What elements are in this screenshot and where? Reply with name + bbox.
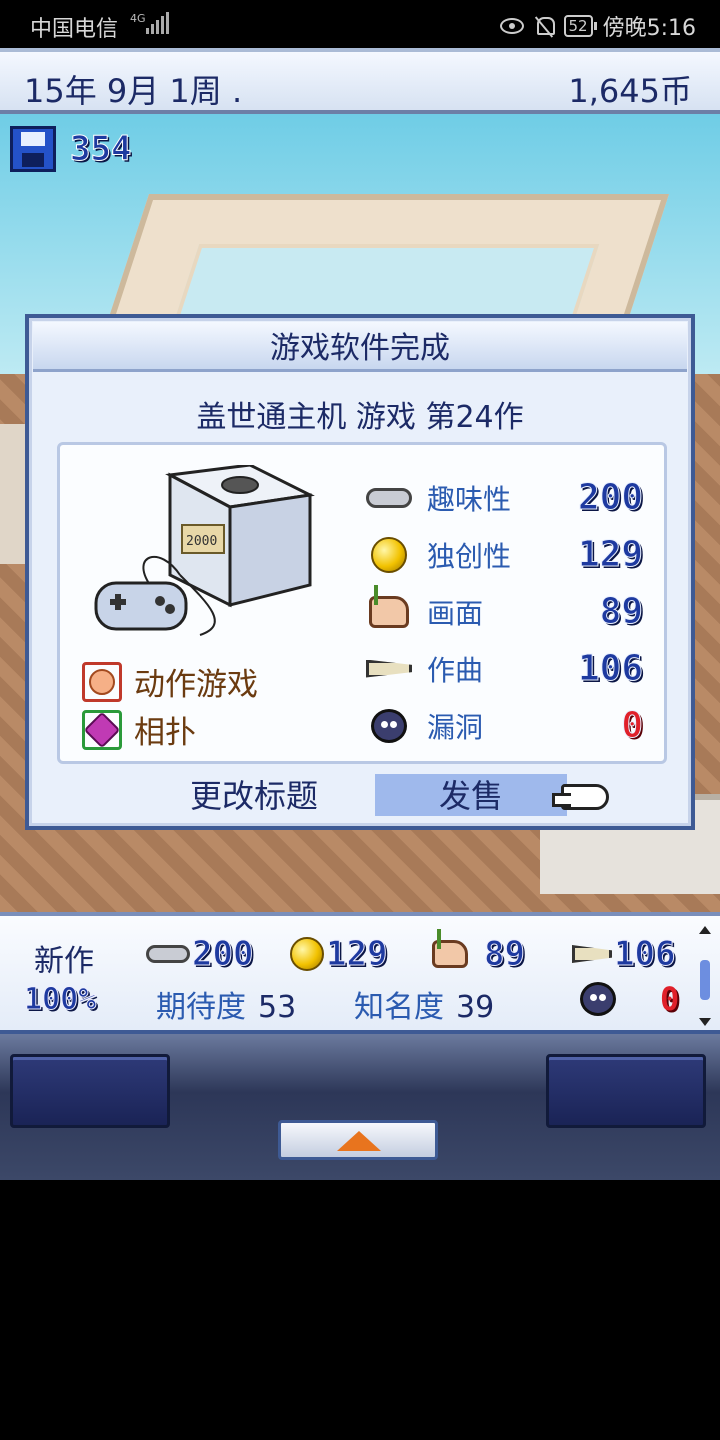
- stat-value: 106: [577, 648, 643, 690]
- bell-off-icon: [534, 15, 555, 37]
- control-panel: [0, 1034, 720, 1180]
- face-icon: [89, 668, 115, 695]
- stat-label: 作曲: [427, 653, 484, 687]
- stat-list: 趣味性 200 独创性 129 画面 89 作曲 106 漏洞 0: [365, 469, 655, 754]
- right-soft-button[interactable]: [546, 1054, 706, 1128]
- dialog-title: 游戏软件完成: [33, 322, 687, 372]
- stat-label: 漏洞: [427, 710, 484, 744]
- save-indicator[interactable]: 354: [10, 126, 132, 172]
- genre-action: 动作游戏: [82, 659, 258, 704]
- stat-label: 画面: [427, 596, 484, 630]
- fame: 知名度 39: [354, 982, 494, 1026]
- network-type: 4G: [130, 12, 146, 25]
- new-game-label: 新作: [34, 944, 94, 979]
- expectation-value: 53: [258, 990, 297, 1025]
- menu-toggle-button[interactable]: [278, 1120, 438, 1160]
- game-title: 盖世通主机 游戏 第24作: [196, 400, 524, 435]
- palette-icon: [432, 929, 468, 968]
- game-complete-dialog: 游戏软件完成 盖世通主机 游戏 第24作 2000 动作游戏 相扑 趣味性 20…: [25, 314, 695, 830]
- research-points: 354: [69, 129, 132, 170]
- scroll-up-arrow[interactable]: [699, 926, 711, 934]
- mini-bug-value: 0: [660, 980, 680, 1018]
- expectation: 期待度 53: [156, 982, 296, 1026]
- mini-stat-value: 129: [325, 934, 388, 975]
- stat-graphics: 画面 89: [365, 583, 655, 640]
- coin-icon: [290, 937, 324, 971]
- game-date: 15年 9月 1周 .: [24, 72, 243, 110]
- palette-icon: [369, 584, 409, 628]
- genre-sumo: 相扑: [82, 707, 196, 752]
- scroll-thumb[interactable]: [700, 960, 710, 1000]
- console-icon: 2000: [94, 465, 315, 636]
- status-bar: 中国电信 4G 52 傍晚5:16: [0, 0, 720, 48]
- stat-label: 独创性: [427, 539, 512, 573]
- mini-stat-value: 200: [191, 934, 254, 975]
- stat-value: 129: [577, 534, 643, 576]
- eye-icon: [499, 18, 524, 34]
- mini-stat-graphics: 89: [432, 929, 526, 975]
- trumpet-icon: [366, 659, 412, 678]
- gamepad-icon: [146, 945, 190, 963]
- stat-value: 200: [577, 477, 643, 519]
- stat-label: 趣味性: [427, 482, 512, 516]
- stat-sound: 作曲 106: [365, 640, 655, 697]
- money-amount: 1,645币: [568, 72, 692, 110]
- clock: 傍晚5:16: [602, 16, 696, 41]
- genre-icon: [82, 661, 122, 702]
- expectation-label: 期待度: [156, 990, 246, 1025]
- fame-label: 知名度: [354, 990, 444, 1025]
- coin-icon: [371, 536, 407, 573]
- stat-value: 0: [621, 705, 644, 747]
- svg-text:2000: 2000: [186, 534, 217, 549]
- carrier-name: 中国电信: [30, 17, 119, 42]
- genre-label: 动作游戏: [134, 667, 258, 703]
- rename-button[interactable]: 更改标题: [169, 774, 339, 818]
- gem-icon: [83, 711, 121, 748]
- mini-stat-value: 106: [613, 934, 676, 975]
- scroll-down-arrow[interactable]: [699, 1018, 711, 1026]
- arrow-up-icon: [337, 1131, 381, 1151]
- date-money-bar: 15年 9月 1周 . 1,645币: [0, 48, 720, 114]
- stat-originality: 独创性 129: [365, 526, 655, 583]
- info-scrollbar[interactable]: [698, 926, 712, 1026]
- floppy-disk-icon: [10, 126, 56, 172]
- type-icon: [82, 709, 122, 750]
- trumpet-icon: [572, 945, 612, 963]
- pointing-hand-icon: [552, 784, 609, 810]
- mini-stat-value: 89: [484, 934, 526, 975]
- fame-value: 39: [456, 990, 495, 1025]
- battery-icon: 52: [563, 15, 597, 37]
- progress-percent: 100%: [23, 982, 97, 1018]
- left-soft-button[interactable]: [10, 1054, 170, 1128]
- mini-stat-sound: 106: [572, 934, 676, 975]
- bug-icon: [580, 982, 616, 1016]
- type-label: 相扑: [134, 715, 196, 751]
- gamepad-icon: [366, 487, 412, 508]
- stat-bugs: 漏洞 0: [365, 697, 655, 754]
- mini-stat-originality: 129: [290, 934, 388, 975]
- project-info-bar[interactable]: 新作 100% 200 129 89 106 期待度 53 知名度 39 0: [0, 912, 720, 1034]
- mini-stat-fun: 200: [146, 934, 254, 975]
- game-stats-panel: 2000 动作游戏 相扑 趣味性 200 独创性 129 画面 89 作曲 10…: [57, 442, 667, 764]
- stat-value: 89: [599, 591, 643, 633]
- mini-stat-bugs: [580, 982, 616, 1016]
- signal-icon: [146, 12, 169, 34]
- bug-icon: [371, 708, 407, 743]
- release-button[interactable]: 发售: [375, 774, 567, 816]
- stat-fun: 趣味性 200: [365, 469, 655, 526]
